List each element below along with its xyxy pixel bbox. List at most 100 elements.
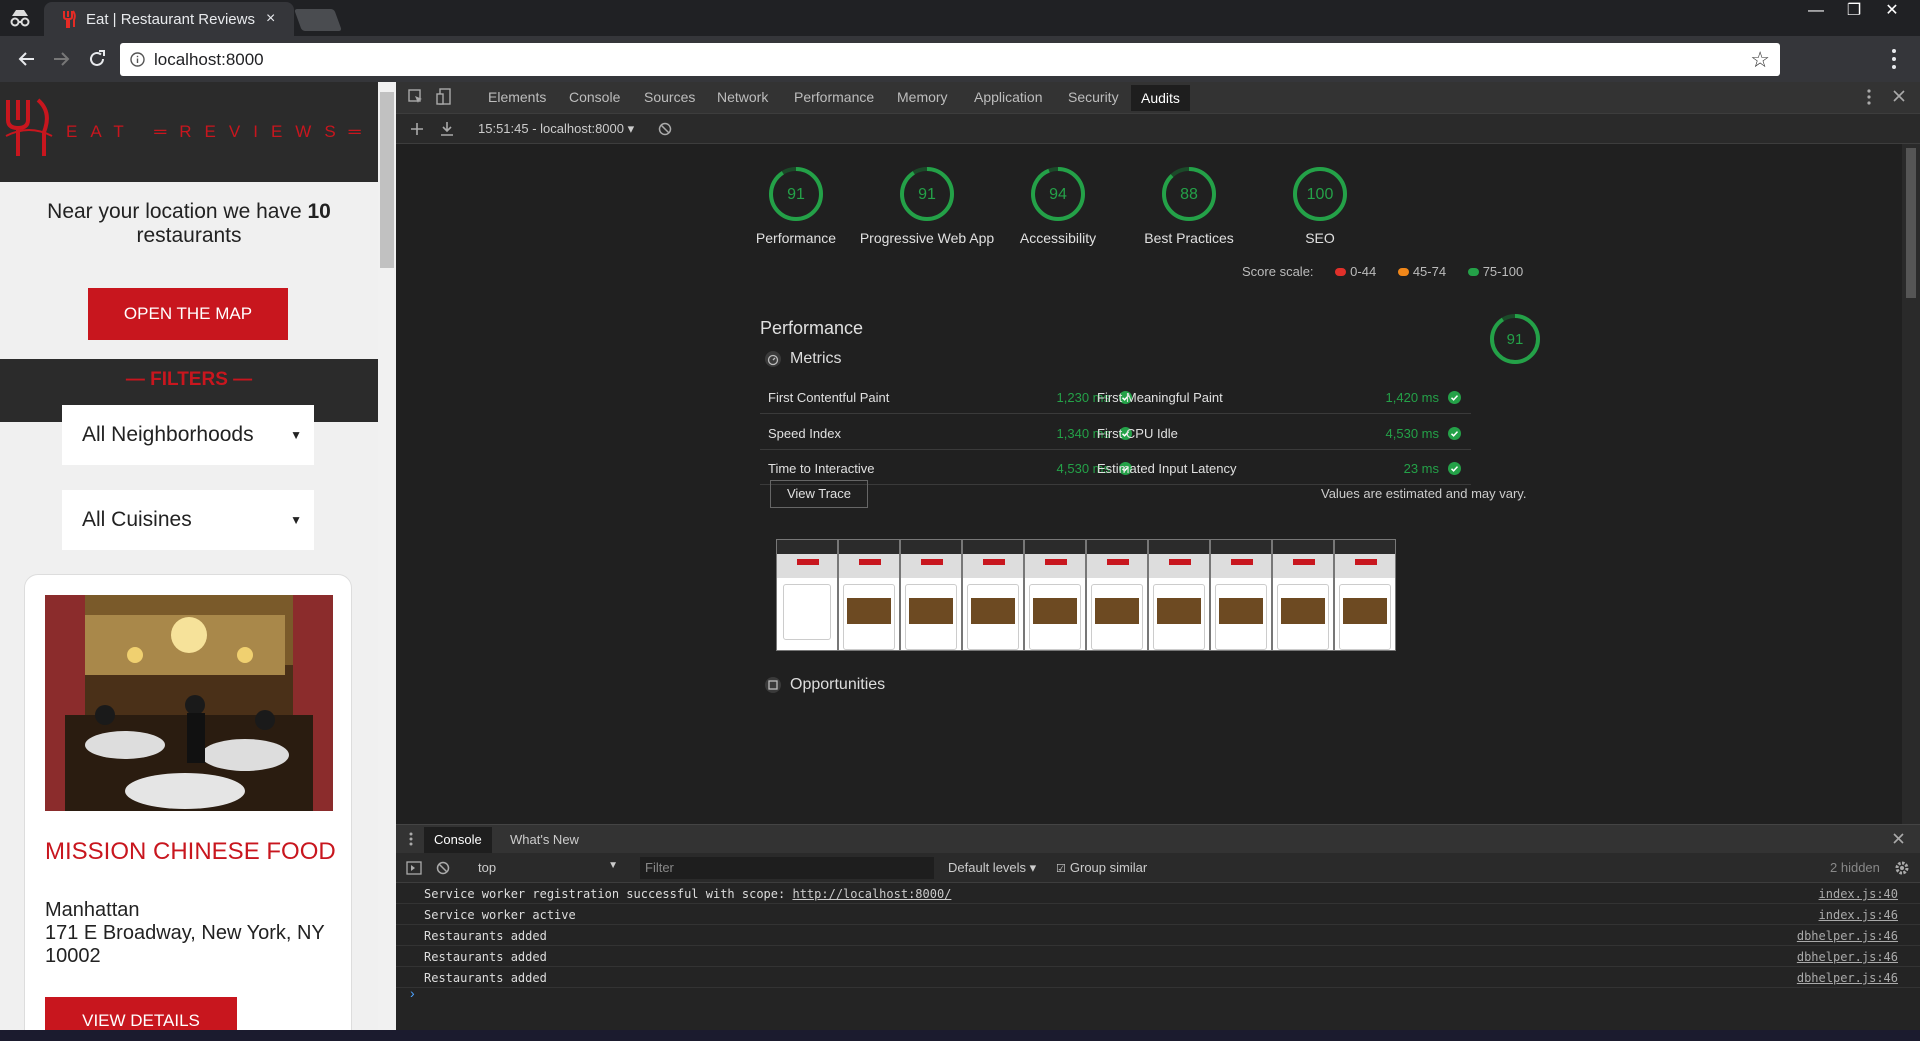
clear-console-icon[interactable] [436,861,450,875]
console-log-line: Restaurants added dbhelper.js:46 [396,967,1920,988]
performance-score-gauge: 91 [1489,313,1541,365]
tab-audits[interactable]: Audits [1131,85,1190,111]
metric-row: Estimated Input Latency 23 ms [1089,451,1471,485]
devtools-tabbar: Elements Console Sources Network Perform… [396,82,1920,114]
log-message: Restaurants added [424,971,547,985]
device-toolbar-icon[interactable] [436,88,452,106]
log-message: Restaurants added [424,929,547,943]
tab-memory[interactable]: Memory [897,89,948,105]
scale-orange-dot [1397,268,1409,276]
incognito-icon [8,8,32,28]
page-scrollbar-thumb[interactable] [380,92,394,268]
svg-text:91: 91 [1507,331,1524,348]
drawer-menu-icon[interactable] [408,831,414,847]
report-selector[interactable]: 15:51:45 - localhost:8000 ▾ [478,121,634,137]
new-audit-icon[interactable] [410,122,424,136]
restaurant-card: MISSION CHINESE FOOD Manhattan 171 E Broa… [24,574,352,1030]
open-map-button[interactable]: OPEN THE MAP [88,288,288,340]
group-similar-checkbox[interactable]: ☑ Group similar [1056,860,1147,875]
log-message: Service worker registration successful w… [424,887,952,901]
filmstrip-frame [900,539,962,651]
web-page: EAT ═REVIEWS═ Near your location we have… [0,82,378,1030]
filmstrip-frame [1272,539,1334,651]
audits-toolbar: 15:51:45 - localhost:8000 ▾ [396,114,1920,144]
view-details-button[interactable]: VIEW DETAILS [45,997,237,1030]
tab-performance[interactable]: Performance [794,89,874,105]
back-arrow-icon[interactable] [16,48,38,70]
neighborhoods-select[interactable]: All Neighborhoods ▼ [62,405,314,465]
tab-security[interactable]: Security [1068,89,1119,105]
browser-menu-icon[interactable] [1884,46,1904,72]
restaurant-neighborhood: Manhattan [45,899,140,921]
bookmark-star-icon[interactable]: ☆ [1750,47,1770,73]
site-logo-text[interactable]: EAT ═REVIEWS═ [66,122,374,142]
log-link[interactable]: http://localhost:8000/ [792,887,951,901]
filters-title: — FILTERS — [125,369,253,390]
devtools-panel: Elements Console Sources Network Perform… [396,82,1920,1030]
browser-tab-active[interactable]: Eat | Restaurant Reviews × [44,2,294,36]
metric-row: First Meaningful Paint 1,420 ms [1089,380,1471,414]
filmstrip-frame [1334,539,1396,651]
minimize-button[interactable]: — [1798,0,1834,24]
audit-scrollbar-thumb[interactable] [1906,148,1916,298]
inspect-element-icon[interactable] [408,89,424,105]
pass-check-icon [1448,391,1461,404]
log-source-link[interactable]: index.js:46 [1819,908,1898,922]
opportunities-icon [765,677,781,693]
reload-icon[interactable] [86,48,108,70]
info-icon[interactable] [130,52,145,67]
context-select[interactable]: top ▼ [478,860,618,875]
drawer-tab-console[interactable]: Console [424,827,492,853]
score-ring: 94 [1031,167,1085,221]
sidebar-toggle-icon[interactable] [406,861,422,875]
metric-name: Speed Index [768,425,842,441]
drawer-close-icon[interactable] [1892,832,1905,845]
console-log-line: Service worker active index.js:46 [396,904,1920,925]
tab-console[interactable]: Console [569,89,620,105]
checkbox-checked-icon: ☑ [1056,863,1066,875]
console-filter-input[interactable]: Filter [640,857,934,879]
devtools-close-icon[interactable] [1892,89,1906,103]
log-levels-select[interactable]: Default levels ▾ [948,860,1036,876]
log-source-link[interactable]: index.js:40 [1819,887,1898,901]
near-location-text: Near your location we have 10 restaurant… [47,200,331,247]
close-window-button[interactable]: ✕ [1874,0,1910,24]
tab-network[interactable]: Network [717,89,768,105]
restaurant-street: 171 E Broadway, New York, NY 10002 [45,922,325,967]
console-log-line: Restaurants added dbhelper.js:46 [396,946,1920,967]
drawer-tab-whats-new[interactable]: What's New [510,832,579,847]
tab-close-icon[interactable]: × [266,10,275,28]
metric-name: First CPU Idle [1097,425,1178,441]
score-label: SEO [1305,230,1335,246]
log-message: Restaurants added [424,950,547,964]
devtools-menu-icon[interactable] [1866,88,1872,106]
score-gauge-seo[interactable]: 100 SEO [1240,166,1400,246]
forward-arrow-icon[interactable] [50,48,72,70]
cuisines-select[interactable]: All Cuisines ▼ [62,490,314,550]
log-source-link[interactable]: dbhelper.js:46 [1797,950,1898,964]
fork-logo-icon[interactable] [4,96,54,158]
new-tab-button[interactable] [293,9,343,31]
opportunities-header[interactable]: Opportunities [764,676,885,694]
scale-red-dot [1335,268,1347,276]
score-value: 100 [1307,186,1334,203]
restaurant-address: Manhattan 171 E Broadway, New York, NY 10… [45,899,345,968]
metric-value: 23 ms [1403,461,1439,476]
tab-application[interactable]: Application [974,89,1043,105]
log-source-link[interactable]: dbhelper.js:46 [1797,929,1898,943]
console-settings-gear-icon[interactable] [1894,860,1910,876]
log-source-link[interactable]: dbhelper.js:46 [1797,971,1898,985]
download-report-icon[interactable] [440,121,454,137]
metric-name: Estimated Input Latency [1097,461,1237,476]
score-value: 91 [918,186,936,203]
tab-sources[interactable]: Sources [644,89,695,105]
address-bar[interactable]: localhost:8000 ☆ [120,43,1780,76]
console-prompt[interactable]: › [410,985,415,1001]
clear-reports-icon[interactable] [658,122,672,136]
score-value: 88 [1180,186,1198,203]
tab-elements[interactable]: Elements [488,89,546,105]
metrics-icon [765,351,781,367]
restore-button[interactable]: ❐ [1836,0,1872,24]
view-trace-button[interactable]: View Trace [770,480,868,508]
pass-check-icon [1448,462,1461,475]
